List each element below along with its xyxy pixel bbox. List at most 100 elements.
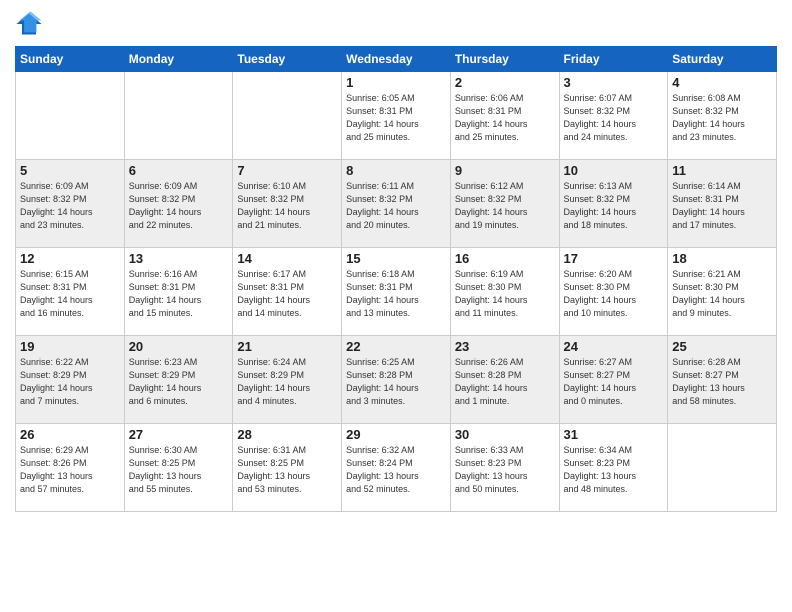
calendar-cell: 27 Sunrise: 6:30 AM Sunset: 8:25 PM Dayli… xyxy=(124,424,233,512)
day-number: 27 xyxy=(129,427,229,442)
day-info: Sunrise: 6:23 AM Sunset: 8:29 PM Dayligh… xyxy=(129,356,229,408)
weekday-header-row: SundayMondayTuesdayWednesdayThursdayFrid… xyxy=(16,47,777,72)
page: SundayMondayTuesdayWednesdayThursdayFrid… xyxy=(0,0,792,612)
day-info: Sunrise: 6:21 AM Sunset: 8:30 PM Dayligh… xyxy=(672,268,772,320)
calendar-cell: 5 Sunrise: 6:09 AM Sunset: 8:32 PM Daylig… xyxy=(16,160,125,248)
calendar-week-5: 26Sunrise: 6:29 AM Sunset: 8:26 PM Dayli… xyxy=(16,424,777,512)
day-info: Sunrise: 6:08 AM Sunset: 8:32 PM Dayligh… xyxy=(672,92,772,144)
day-info: Sunrise: 6:18 AM Sunset: 8:31 PM Dayligh… xyxy=(346,268,446,320)
calendar-cell: 9 Sunrise: 6:12 AM Sunset: 8:32 PM Daylig… xyxy=(450,160,559,248)
day-info: Sunrise: 6:20 AM Sunset: 8:30 PM Dayligh… xyxy=(564,268,664,320)
day-info: Sunrise: 6:31 AM Sunset: 8:25 PM Dayligh… xyxy=(237,444,337,496)
day-info: Sunrise: 6:28 AM Sunset: 8:27 PM Dayligh… xyxy=(672,356,772,408)
day-number: 5 xyxy=(20,163,120,178)
calendar-cell: 13 Sunrise: 6:16 AM Sunset: 8:31 PM Dayli… xyxy=(124,248,233,336)
day-number: 21 xyxy=(237,339,337,354)
day-info: Sunrise: 6:17 AM Sunset: 8:31 PM Dayligh… xyxy=(237,268,337,320)
day-info: Sunrise: 6:09 AM Sunset: 8:32 PM Dayligh… xyxy=(129,180,229,232)
day-number: 19 xyxy=(20,339,120,354)
calendar-cell: 10 Sunrise: 6:13 AM Sunset: 8:32 PM Dayli… xyxy=(559,160,668,248)
weekday-header-monday: Monday xyxy=(124,47,233,72)
day-info: Sunrise: 6:22 AM Sunset: 8:29 PM Dayligh… xyxy=(20,356,120,408)
day-info: Sunrise: 6:10 AM Sunset: 8:32 PM Dayligh… xyxy=(237,180,337,232)
day-number: 6 xyxy=(129,163,229,178)
calendar-cell: 14 Sunrise: 6:17 AM Sunset: 8:31 PM Dayli… xyxy=(233,248,342,336)
calendar-table: SundayMondayTuesdayWednesdayThursdayFrid… xyxy=(15,46,777,512)
calendar-cell: 11 Sunrise: 6:14 AM Sunset: 8:31 PM Dayli… xyxy=(668,160,777,248)
calendar-cell: 23 Sunrise: 6:26 AM Sunset: 8:28 PM Dayli… xyxy=(450,336,559,424)
calendar-cell xyxy=(16,72,125,160)
day-number: 30 xyxy=(455,427,555,442)
weekday-header-friday: Friday xyxy=(559,47,668,72)
weekday-header-thursday: Thursday xyxy=(450,47,559,72)
day-info: Sunrise: 6:27 AM Sunset: 8:27 PM Dayligh… xyxy=(564,356,664,408)
calendar-cell: 12 Sunrise: 6:15 AM Sunset: 8:31 PM Dayli… xyxy=(16,248,125,336)
calendar-week-3: 12 Sunrise: 6:15 AM Sunset: 8:31 PM Dayli… xyxy=(16,248,777,336)
calendar-cell: 2 Sunrise: 6:06 AM Sunset: 8:31 PM Daylig… xyxy=(450,72,559,160)
day-number: 17 xyxy=(564,251,664,266)
day-number: 10 xyxy=(564,163,664,178)
day-info: Sunrise: 6:19 AM Sunset: 8:30 PM Dayligh… xyxy=(455,268,555,320)
calendar-cell: 18 Sunrise: 6:21 AM Sunset: 8:30 PM Dayli… xyxy=(668,248,777,336)
day-info: Sunrise: 6:05 AM Sunset: 8:31 PM Dayligh… xyxy=(346,92,446,144)
calendar-cell: 30Sunrise: 6:33 AM Sunset: 8:23 PM Dayli… xyxy=(450,424,559,512)
day-number: 13 xyxy=(129,251,229,266)
day-number: 31 xyxy=(564,427,664,442)
calendar-cell: 29 Sunrise: 6:32 AM Sunset: 8:24 PM Dayli… xyxy=(342,424,451,512)
day-number: 24 xyxy=(564,339,664,354)
day-number: 12 xyxy=(20,251,120,266)
logo xyxy=(15,10,47,38)
day-info: Sunrise: 6:30 AM Sunset: 8:25 PM Dayligh… xyxy=(129,444,229,496)
calendar-cell: 7 Sunrise: 6:10 AM Sunset: 8:32 PM Daylig… xyxy=(233,160,342,248)
day-info: Sunrise: 6:13 AM Sunset: 8:32 PM Dayligh… xyxy=(564,180,664,232)
day-number: 22 xyxy=(346,339,446,354)
day-number: 11 xyxy=(672,163,772,178)
calendar-cell: 31 Sunrise: 6:34 AM Sunset: 8:23 PM Dayli… xyxy=(559,424,668,512)
header xyxy=(15,10,777,38)
calendar-cell: 16Sunrise: 6:19 AM Sunset: 8:30 PM Dayli… xyxy=(450,248,559,336)
day-info: Sunrise: 6:14 AM Sunset: 8:31 PM Dayligh… xyxy=(672,180,772,232)
calendar-cell: 17 Sunrise: 6:20 AM Sunset: 8:30 PM Dayli… xyxy=(559,248,668,336)
weekday-header-tuesday: Tuesday xyxy=(233,47,342,72)
calendar-cell: 6 Sunrise: 6:09 AM Sunset: 8:32 PM Daylig… xyxy=(124,160,233,248)
day-number: 4 xyxy=(672,75,772,90)
calendar-cell: 20 Sunrise: 6:23 AM Sunset: 8:29 PM Dayli… xyxy=(124,336,233,424)
day-number: 20 xyxy=(129,339,229,354)
calendar-cell: 24 Sunrise: 6:27 AM Sunset: 8:27 PM Dayli… xyxy=(559,336,668,424)
day-info: Sunrise: 6:16 AM Sunset: 8:31 PM Dayligh… xyxy=(129,268,229,320)
calendar-week-4: 19 Sunrise: 6:22 AM Sunset: 8:29 PM Dayli… xyxy=(16,336,777,424)
day-info: Sunrise: 6:34 AM Sunset: 8:23 PM Dayligh… xyxy=(564,444,664,496)
calendar-cell: 15Sunrise: 6:18 AM Sunset: 8:31 PM Dayli… xyxy=(342,248,451,336)
calendar-cell: 26Sunrise: 6:29 AM Sunset: 8:26 PM Dayli… xyxy=(16,424,125,512)
day-info: Sunrise: 6:26 AM Sunset: 8:28 PM Dayligh… xyxy=(455,356,555,408)
day-info: Sunrise: 6:09 AM Sunset: 8:32 PM Dayligh… xyxy=(20,180,120,232)
day-number: 25 xyxy=(672,339,772,354)
day-info: Sunrise: 6:12 AM Sunset: 8:32 PM Dayligh… xyxy=(455,180,555,232)
day-info: Sunrise: 6:06 AM Sunset: 8:31 PM Dayligh… xyxy=(455,92,555,144)
day-number: 23 xyxy=(455,339,555,354)
calendar-cell xyxy=(233,72,342,160)
calendar-cell: 19 Sunrise: 6:22 AM Sunset: 8:29 PM Dayli… xyxy=(16,336,125,424)
day-info: Sunrise: 6:29 AM Sunset: 8:26 PM Dayligh… xyxy=(20,444,120,496)
day-info: Sunrise: 6:25 AM Sunset: 8:28 PM Dayligh… xyxy=(346,356,446,408)
calendar-cell: 3Sunrise: 6:07 AM Sunset: 8:32 PM Daylig… xyxy=(559,72,668,160)
day-number: 9 xyxy=(455,163,555,178)
calendar-week-2: 5 Sunrise: 6:09 AM Sunset: 8:32 PM Daylig… xyxy=(16,160,777,248)
day-number: 29 xyxy=(346,427,446,442)
calendar-cell: 22 Sunrise: 6:25 AM Sunset: 8:28 PM Dayli… xyxy=(342,336,451,424)
logo-icon xyxy=(15,10,43,38)
day-info: Sunrise: 6:15 AM Sunset: 8:31 PM Dayligh… xyxy=(20,268,120,320)
weekday-header-sunday: Sunday xyxy=(16,47,125,72)
day-number: 28 xyxy=(237,427,337,442)
day-info: Sunrise: 6:32 AM Sunset: 8:24 PM Dayligh… xyxy=(346,444,446,496)
calendar-cell: 28 Sunrise: 6:31 AM Sunset: 8:25 PM Dayli… xyxy=(233,424,342,512)
calendar-cell: 4 Sunrise: 6:08 AM Sunset: 8:32 PM Daylig… xyxy=(668,72,777,160)
day-number: 7 xyxy=(237,163,337,178)
calendar-cell xyxy=(668,424,777,512)
day-number: 14 xyxy=(237,251,337,266)
calendar-week-1: 1 Sunrise: 6:05 AM Sunset: 8:31 PM Daylig… xyxy=(16,72,777,160)
calendar-cell: 8Sunrise: 6:11 AM Sunset: 8:32 PM Daylig… xyxy=(342,160,451,248)
day-number: 1 xyxy=(346,75,446,90)
day-number: 18 xyxy=(672,251,772,266)
day-number: 2 xyxy=(455,75,555,90)
